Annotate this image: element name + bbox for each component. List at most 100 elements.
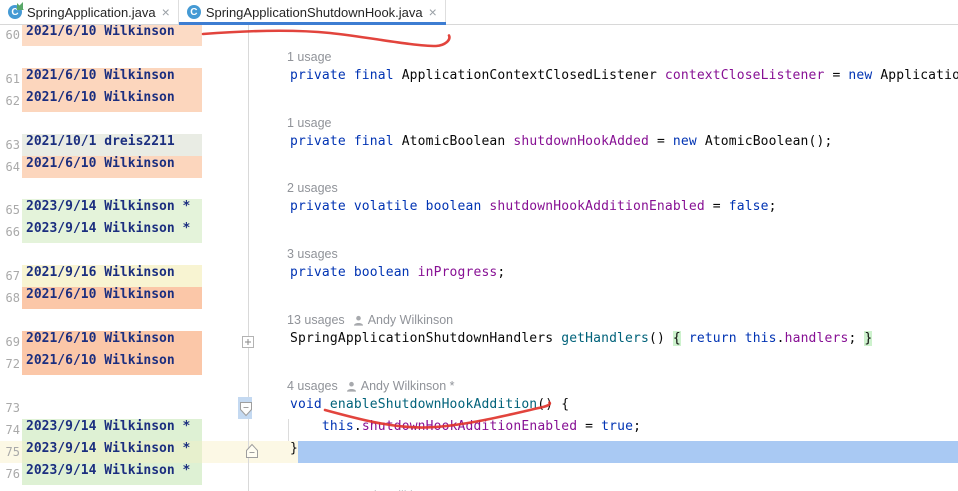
- code-line[interactable]: void enableShutdownHookAddition() {: [290, 397, 569, 419]
- author-label: Andy Wilkinson: [367, 313, 454, 327]
- usages-inlay[interactable]: 1 usageAndy Wilkinson: [287, 485, 440, 491]
- line-number: 72: [5, 357, 20, 371]
- usages-inlay[interactable]: 13 usages Andy Wilkinson: [287, 309, 453, 331]
- usages-inlay[interactable]: 3 usages: [287, 243, 338, 265]
- gutter-row: 69 2021/6/10 Wilkinson: [0, 331, 250, 353]
- code-token: private final: [290, 68, 402, 83]
- line-number: 75: [5, 445, 20, 459]
- code-line[interactable]: private final AtomicBoolean shutdownHook…: [290, 134, 832, 156]
- tab-label[interactable]: SpringApplication.java: [27, 5, 156, 20]
- line-number: 60: [5, 28, 20, 42]
- code-token: ;: [768, 199, 777, 214]
- usages-label[interactable]: 13 usages: [287, 313, 345, 327]
- tab-spring-application[interactable]: C SpringApplication.java ×: [0, 0, 179, 24]
- blame-annotation[interactable]: 2021/6/10 Wilkinson: [22, 353, 202, 375]
- gutter-row: 75 2023/9/14 Wilkinson *: [0, 441, 250, 463]
- code-line[interactable]: private volatile boolean shutdownHookAdd…: [290, 199, 777, 221]
- expand-fold-icon[interactable]: [242, 336, 254, 348]
- text-selection-highlight: [298, 441, 958, 463]
- line-number: 69: [5, 335, 20, 349]
- usages-label[interactable]: 1 usage: [287, 50, 331, 64]
- blame-annotation[interactable]: 2023/9/14 Wilkinson *: [22, 441, 202, 463]
- code-token: ;: [633, 419, 642, 434]
- code-token: private volatile boolean: [290, 199, 490, 214]
- code-token: new: [848, 68, 873, 83]
- code-token: (): [648, 331, 673, 346]
- line-number: 66: [5, 225, 20, 239]
- code-token: {: [672, 331, 681, 346]
- gutter-row: 61 2021/6/10 Wilkinson: [0, 68, 250, 90]
- code-token: AtomicBoolean();: [696, 134, 833, 149]
- code-token: enableShutdownHookAddition: [329, 397, 538, 412]
- usages-label[interactable]: 3 usages: [287, 247, 338, 261]
- blame-annotation[interactable]: 2023/9/14 Wilkinson *: [22, 463, 202, 485]
- gutter-row: 64 2021/6/10 Wilkinson: [0, 156, 250, 178]
- code-token: getHandlers: [561, 331, 649, 346]
- usages-label[interactable]: 2 usages: [287, 181, 338, 195]
- green-arrow-overlay-icon: [16, 2, 24, 10]
- code-token: contextCloseListener: [664, 68, 825, 83]
- blame-annotation[interactable]: 2023/9/14 Wilkinson *: [22, 199, 202, 221]
- code-token: new: [672, 134, 697, 149]
- line-number: 61: [5, 72, 20, 86]
- code-token: true: [601, 419, 634, 434]
- indent-guide-line: [288, 419, 289, 441]
- code-line[interactable]: SpringApplicationShutdownHandlers getHan…: [290, 331, 873, 353]
- blame-annotation[interactable]: 2021/6/10 Wilkinson: [22, 331, 202, 353]
- line-number: 64: [5, 160, 20, 174]
- code-token: AtomicBoolean: [401, 134, 514, 149]
- usages-inlay[interactable]: 4 usages Andy Wilkinson *: [287, 375, 455, 397]
- usages-label[interactable]: 4 usages: [287, 379, 338, 393]
- line-number: 67: [5, 269, 20, 283]
- gutter-row: 76 2023/9/14 Wilkinson *: [0, 463, 250, 485]
- blame-annotation[interactable]: 2021/6/10 Wilkinson: [22, 24, 202, 46]
- code-token: .: [353, 419, 362, 434]
- gutter-row: 73: [0, 397, 250, 419]
- blame-annotation[interactable]: 2021/6/10 Wilkinson: [22, 68, 202, 90]
- usages-inlay[interactable]: 1 usage: [287, 46, 331, 68]
- line-number: 76: [5, 467, 20, 481]
- tab-label[interactable]: SpringApplicationShutdownHook.java: [206, 5, 423, 20]
- code-token: shutdownHookAdded: [513, 134, 649, 149]
- line-number: 74: [5, 423, 20, 437]
- code-token: ;: [497, 265, 506, 280]
- gutter-row: 74 2023/9/14 Wilkinson *: [0, 419, 250, 441]
- blame-annotation[interactable]: 2021/10/1 dreis2211: [22, 134, 202, 156]
- code-token: () {: [537, 397, 570, 412]
- usages-inlay[interactable]: 1 usage: [287, 112, 331, 134]
- gutter-row: 72 2021/6/10 Wilkinson: [0, 353, 250, 375]
- blame-annotation[interactable]: 2021/6/10 Wilkinson: [22, 287, 202, 309]
- ide-editor-window: C SpringApplication.java × C SpringAppli…: [0, 0, 958, 491]
- tab-spring-application-shutdown-hook[interactable]: C SpringApplicationShutdownHook.java ×: [178, 0, 446, 25]
- blame-annotation[interactable]: 2021/9/16 Wilkinson: [22, 265, 202, 287]
- java-class-icon: C: [8, 2, 24, 19]
- blame-annotation[interactable]: 2021/6/10 Wilkinson: [22, 90, 202, 112]
- blame-annotation[interactable]: 2023/9/14 Wilkinson *: [22, 221, 202, 243]
- close-tab-icon[interactable]: ×: [162, 5, 170, 19]
- code-token: }: [864, 331, 873, 346]
- close-tab-icon[interactable]: ×: [429, 5, 437, 19]
- blame-annotation[interactable]: 2023/9/14 Wilkinson *: [22, 419, 202, 441]
- gutter-row: 65 2023/9/14 Wilkinson *: [0, 199, 250, 221]
- code-line[interactable]: }: [290, 441, 298, 463]
- code-token: =: [824, 68, 849, 83]
- code-line[interactable]: private boolean inProgress;: [290, 265, 505, 287]
- usages-inlay[interactable]: 2 usages: [287, 177, 338, 199]
- code-token: }: [290, 441, 298, 456]
- code-line[interactable]: this.shutdownHookAdditionEnabled = true;: [290, 419, 641, 441]
- line-number: 65: [5, 203, 20, 217]
- gutter-row: 66 2023/9/14 Wilkinson *: [0, 221, 250, 243]
- author-icon: [353, 315, 364, 326]
- code-token: shutdownHookAdditionEnabled: [489, 199, 705, 214]
- editor-tab-bar: C SpringApplication.java × C SpringAppli…: [0, 0, 958, 25]
- usages-label[interactable]: 1 usage: [287, 116, 331, 130]
- gutter-row: 60 2021/6/10 Wilkinson: [0, 24, 250, 46]
- author-label: Andy Wilkinson *: [360, 379, 455, 393]
- code-line[interactable]: private final ApplicationContextClosedLi…: [290, 68, 958, 90]
- blame-annotation[interactable]: 2021/6/10 Wilkinson: [22, 156, 202, 178]
- fold-start-icon[interactable]: [239, 401, 253, 417]
- fold-end-icon[interactable]: [245, 443, 259, 459]
- gutter-row: 68 2021/6/10 Wilkinson: [0, 287, 250, 309]
